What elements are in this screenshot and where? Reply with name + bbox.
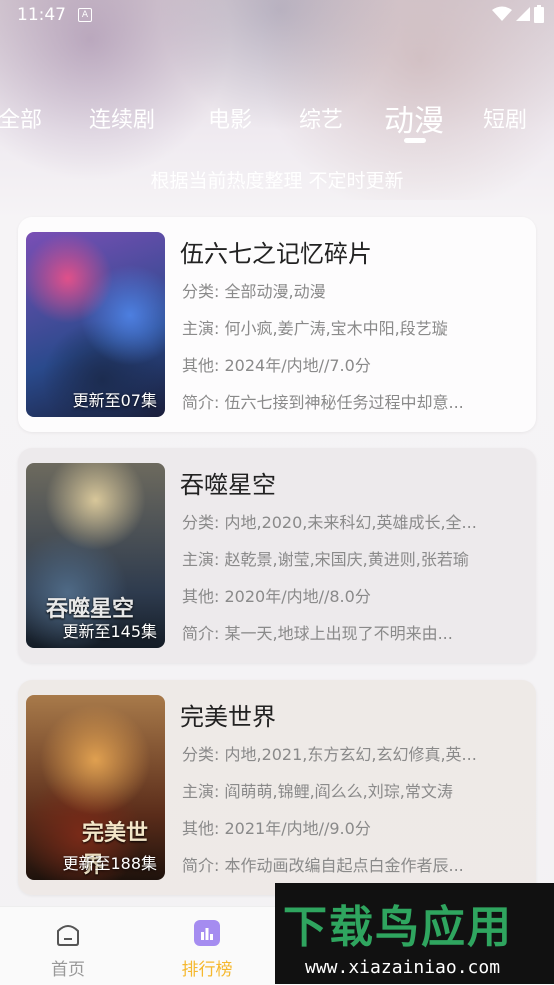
status-icons bbox=[492, 5, 544, 23]
poster-image: 吞噬星空 更新至145集 bbox=[26, 463, 165, 648]
item-category: 分类: 内地,2020,未来科幻,英雄成长,全... bbox=[182, 513, 477, 532]
signal-icon bbox=[516, 7, 530, 21]
tab-series[interactable]: 连续剧 bbox=[89, 102, 155, 134]
list-item[interactable]: 吞噬星空 更新至145集 吞噬星空 分类: 内地,2020,未来科幻,英雄成长,… bbox=[18, 448, 536, 663]
home-icon bbox=[57, 925, 79, 946]
episode-count: 更新至145集 bbox=[62, 622, 157, 641]
item-category: 分类: 内地,2021,东方玄幻,玄幻修真,英... bbox=[182, 745, 477, 764]
list-item[interactable]: 完美世界 更新至188集 完美世界 分类: 内地,2021,东方玄幻,玄幻修真,… bbox=[18, 680, 536, 895]
watermark: 下载鸟应用 www.xiazainiao.com bbox=[275, 883, 554, 984]
category-tabs: 全部 连续剧 电影 综艺 动漫 短剧 bbox=[0, 96, 554, 146]
tab-anime[interactable]: 动漫 bbox=[384, 96, 444, 140]
poster-image: 更新至07集 bbox=[26, 232, 165, 417]
battery-icon bbox=[534, 5, 544, 23]
episode-count: 更新至07集 bbox=[72, 391, 157, 410]
nav-home-label: 首页 bbox=[51, 960, 85, 980]
ranking-subtitle: 根据当前热度整理 不定时更新 bbox=[150, 170, 404, 192]
poster-image: 完美世界 更新至188集 bbox=[26, 695, 165, 880]
list-item[interactable]: 更新至07集 伍六七之记忆碎片 分类: 全部动漫,动漫 主演: 何小疯,姜广涛,… bbox=[18, 217, 536, 432]
watermark-logo: 下载鸟应用 bbox=[283, 902, 513, 953]
ranking-icon bbox=[194, 920, 220, 946]
item-other: 其他: 2024年/内地//7.0分 bbox=[182, 356, 371, 375]
item-summary: 简介: 本作动画改编自起点白金作者辰... bbox=[182, 856, 464, 875]
notification-badge-icon: A bbox=[78, 8, 92, 22]
episode-count: 更新至188集 bbox=[62, 854, 157, 873]
status-time: 11:47 bbox=[17, 5, 66, 25]
nav-ranking-label: 排行榜 bbox=[181, 960, 233, 980]
item-cast: 主演: 阎萌萌,锦鲤,阎么么,刘琮,常文涛 bbox=[182, 782, 453, 801]
nav-home[interactable]: 首页 bbox=[33, 919, 103, 980]
item-title: 完美世界 bbox=[180, 703, 276, 731]
item-other: 其他: 2020年/内地//8.0分 bbox=[182, 587, 371, 606]
status-bar: 11:47 A bbox=[0, 0, 554, 30]
item-cast: 主演: 何小疯,姜广涛,宝木中阳,段艺璇 bbox=[182, 319, 448, 338]
item-summary: 简介: 伍六七接到神秘任务过程中却意... bbox=[182, 393, 464, 412]
item-category: 分类: 全部动漫,动漫 bbox=[182, 282, 326, 301]
item-other: 其他: 2021年/内地//9.0分 bbox=[182, 819, 371, 838]
active-tab-indicator bbox=[404, 138, 426, 143]
tab-variety[interactable]: 综艺 bbox=[299, 102, 343, 134]
watermark-url: www.xiazainiao.com bbox=[305, 957, 501, 978]
item-title: 伍六七之记忆碎片 bbox=[180, 240, 372, 268]
item-cast: 主演: 赵乾景,谢莹,宋国庆,黄进则,张若瑜 bbox=[182, 550, 469, 569]
item-summary: 简介: 某一天,地球上出现了不明来由... bbox=[182, 624, 453, 643]
tab-movie[interactable]: 电影 bbox=[208, 102, 252, 134]
nav-ranking[interactable]: 排行榜 bbox=[172, 919, 242, 980]
wifi-icon bbox=[492, 6, 512, 21]
item-title: 吞噬星空 bbox=[180, 471, 276, 499]
tab-all[interactable]: 全部 bbox=[0, 102, 42, 134]
tab-short[interactable]: 短剧 bbox=[483, 102, 527, 134]
